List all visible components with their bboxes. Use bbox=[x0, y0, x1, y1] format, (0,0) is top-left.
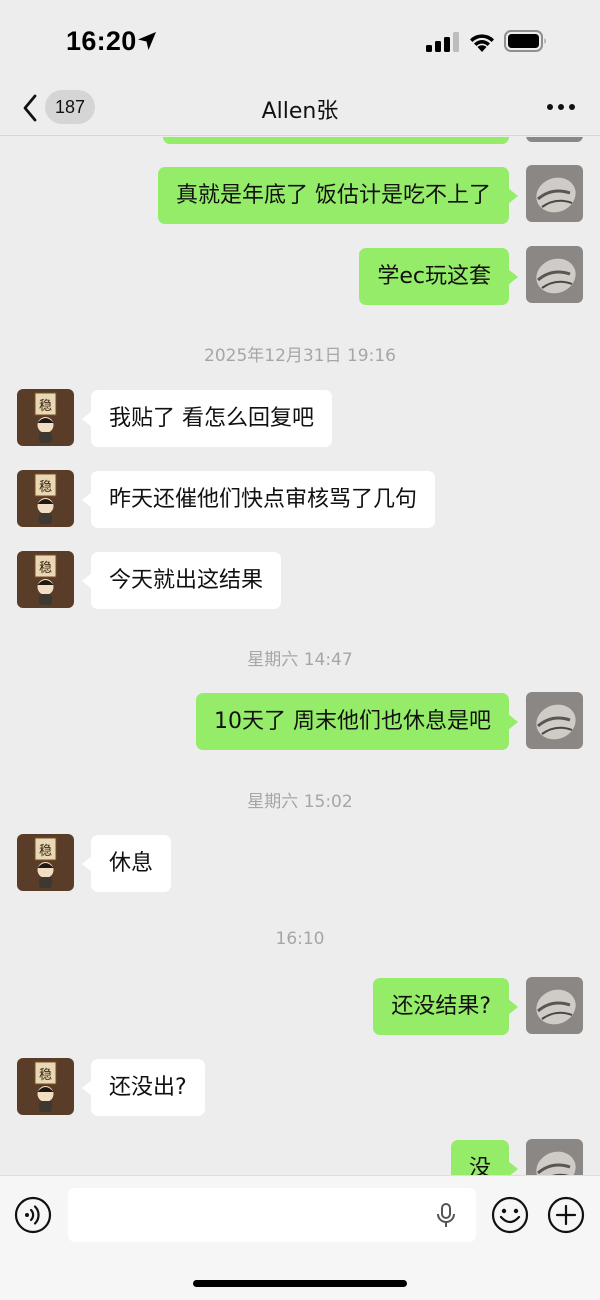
message-input[interactable] bbox=[68, 1188, 476, 1242]
message-bubble[interactable]: 还没出? bbox=[82, 1059, 205, 1116]
avatar-glyph: 稳 bbox=[39, 1067, 52, 1083]
contact-avatar[interactable]: 稳 bbox=[17, 551, 74, 608]
status-time: 16:20 bbox=[66, 26, 137, 56]
voice-mode-icon[interactable] bbox=[14, 1196, 52, 1234]
home-indicator[interactable] bbox=[193, 1280, 407, 1287]
contact-avatar[interactable]: 稳 bbox=[17, 389, 74, 446]
avatar-glyph: 稳 bbox=[39, 560, 52, 576]
my-avatar[interactable] bbox=[526, 137, 583, 142]
location-arrow-icon bbox=[138, 32, 156, 50]
my-avatar[interactable] bbox=[526, 1139, 583, 1175]
avatar-glyph: 稳 bbox=[39, 398, 52, 414]
contact-avatar[interactable]: 稳 bbox=[17, 834, 74, 891]
unread-count-badge[interactable]: 187 bbox=[45, 90, 95, 124]
message-bubble[interactable]: 今天就出这结果 bbox=[81, 552, 282, 609]
avatar-glyph: 稳 bbox=[39, 479, 52, 495]
contact-avatar[interactable]: 稳 bbox=[17, 1058, 74, 1115]
message-bubble[interactable]: 没 bbox=[450, 1140, 519, 1175]
message-list[interactable]: 真就是年底了 饭估计是吃不上了 学ec玩这套 2025年12月31日 19:16… bbox=[0, 137, 600, 1175]
timestamp: 星期六 14:47 bbox=[247, 650, 353, 670]
chat-header: 187 Allen张 bbox=[0, 80, 600, 136]
my-avatar[interactable] bbox=[526, 165, 583, 222]
message-bubble[interactable]: 还没结果? bbox=[373, 978, 518, 1035]
message-bubble-partial[interactable] bbox=[163, 137, 509, 144]
chevron-left-icon[interactable] bbox=[20, 92, 40, 124]
my-avatar[interactable] bbox=[526, 246, 583, 303]
my-avatar[interactable] bbox=[526, 977, 583, 1034]
emoji-icon[interactable] bbox=[491, 1196, 529, 1234]
message-bubble[interactable]: 10天了 周末他们也休息是吧 bbox=[196, 693, 518, 750]
contact-avatar[interactable]: 稳 bbox=[17, 470, 74, 527]
plus-icon[interactable] bbox=[547, 1196, 585, 1234]
more-dots-icon[interactable] bbox=[546, 102, 576, 112]
message-bubble[interactable]: 休息 bbox=[81, 835, 172, 892]
wifi-icon bbox=[470, 34, 494, 52]
message-bubble[interactable]: 学ec玩这套 bbox=[359, 248, 518, 305]
timestamp: 星期六 15:02 bbox=[247, 792, 353, 812]
message-bubble[interactable]: 我贴了 看怎么回复吧 bbox=[82, 390, 332, 447]
cellular-signal-icon bbox=[426, 32, 460, 52]
avatar-glyph: 稳 bbox=[39, 843, 52, 859]
status-bar: 16:20 bbox=[0, 0, 600, 80]
message-bubble[interactable]: 昨天还催他们快点审核骂了几句 bbox=[81, 471, 436, 528]
timestamp: 2025年12月31日 19:16 bbox=[204, 346, 396, 366]
timestamp: 16:10 bbox=[275, 929, 325, 949]
microphone-icon[interactable] bbox=[436, 1202, 456, 1230]
message-bubble[interactable]: 真就是年底了 饭估计是吃不上了 bbox=[158, 167, 518, 224]
battery-icon bbox=[504, 30, 546, 52]
chat-title: Allen张 bbox=[261, 99, 339, 124]
my-avatar[interactable] bbox=[526, 692, 583, 749]
